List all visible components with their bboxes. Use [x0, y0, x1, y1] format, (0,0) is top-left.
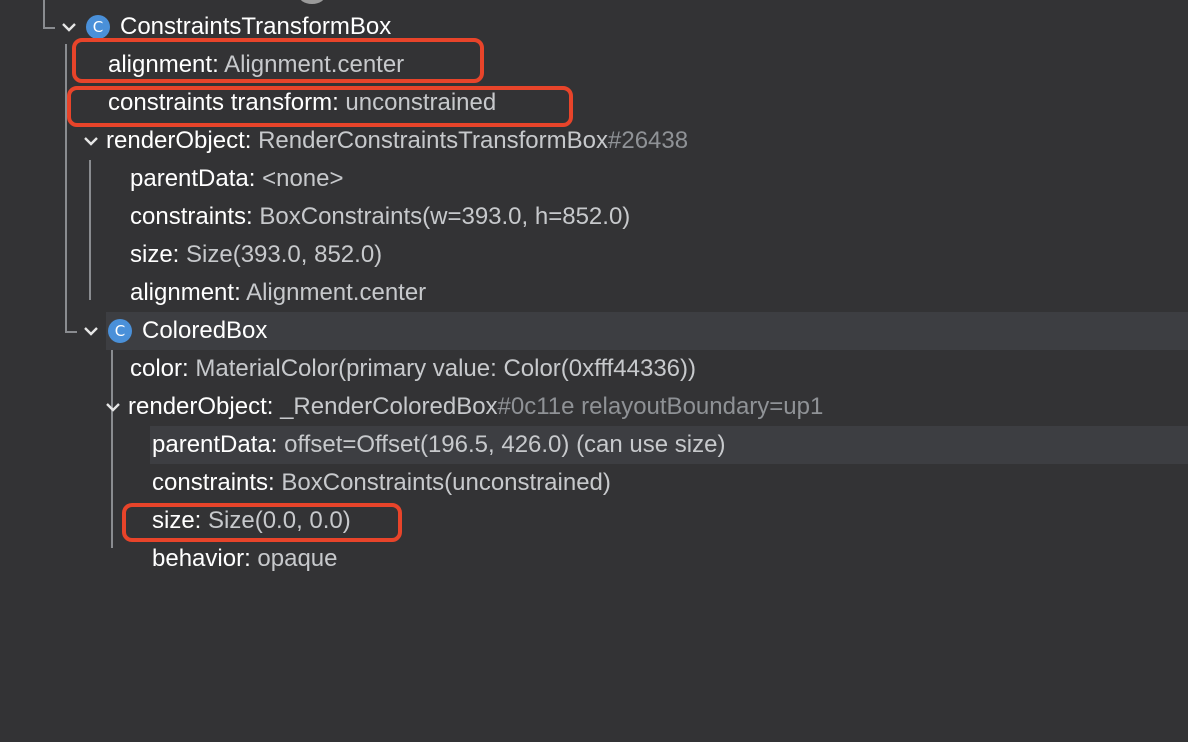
property-key: renderObject:: [106, 127, 252, 154]
chevron-down-icon[interactable]: [60, 8, 78, 46]
tree-row-constraints[interactable]: constraints: BoxConstraints(w=393.0, h=8…: [0, 198, 1188, 236]
property-key: constraints:: [130, 203, 253, 230]
property-key: parentData:: [130, 165, 256, 192]
property-value: Alignment.center: [246, 279, 427, 306]
class-c-badge-icon: C: [108, 319, 132, 343]
property-key: color:: [130, 355, 189, 382]
tree-row-constraints[interactable]: constraints: BoxConstraints(unconstraine…: [0, 464, 1188, 502]
property-key: renderObject:: [128, 393, 274, 420]
tree-row-parent-data[interactable]: parentData: <none>: [0, 160, 1188, 198]
property-key: alignment:: [108, 51, 219, 78]
property-key: constraints transform:: [108, 89, 339, 116]
property-key: size:: [130, 241, 180, 268]
chevron-down-icon[interactable]: [82, 312, 100, 350]
property-value: RenderConstraintsTransformBox: [258, 127, 608, 154]
tree-row-alignment[interactable]: alignment: Alignment.center: [0, 46, 1188, 84]
property-key: alignment:: [130, 279, 241, 306]
property-value: _RenderColoredBox: [280, 393, 498, 420]
property-value: Size(0.0, 0.0): [208, 507, 351, 534]
property-key: behavior:: [152, 545, 251, 572]
property-key: constraints:: [152, 469, 275, 496]
property-value: offset=Offset(196.5, 426.0) (can use siz…: [284, 431, 726, 458]
node-name: ColoredBox: [142, 317, 268, 344]
object-id: #26438: [608, 127, 689, 154]
object-id: #0c11e relayoutBoundary=up1: [497, 393, 824, 420]
property-value: <none>: [262, 165, 344, 192]
property-value: MaterialColor(primary value: Color(0xfff…: [195, 355, 696, 382]
property-value: BoxConstraints(unconstrained): [281, 469, 611, 496]
tree-row-constraints-transform[interactable]: constraints transform: unconstrained: [0, 84, 1188, 122]
tree-row-render-object[interactable]: renderObject: _RenderColoredBox#0c11e re…: [0, 388, 1188, 426]
tree-row-behavior[interactable]: behavior: opaque: [0, 540, 1188, 578]
tree-row-constraints-transform-box[interactable]: C ConstraintsTransformBox: [0, 8, 1188, 46]
property-key: size:: [152, 507, 202, 534]
property-value: Alignment.center: [224, 51, 405, 78]
node-name: ConstraintsTransformBox: [120, 13, 392, 40]
tree-row-parent-data[interactable]: parentData: offset=Offset(196.5, 426.0) …: [0, 426, 1188, 464]
tree-row-colored-box[interactable]: C ColoredBox: [0, 312, 1188, 350]
scroll-indicator-icon: [298, 0, 326, 4]
row-highlight: [106, 312, 1188, 350]
property-value: unconstrained: [345, 89, 497, 116]
chevron-down-icon[interactable]: [104, 388, 122, 426]
property-key: parentData:: [152, 431, 278, 458]
property-value: Size(393.0, 852.0): [186, 241, 383, 268]
tree-row-alignment[interactable]: alignment: Alignment.center: [0, 274, 1188, 312]
tree-row-color[interactable]: color: MaterialColor(primary value: Colo…: [0, 350, 1188, 388]
property-value: opaque: [257, 545, 338, 572]
tree-row-render-object[interactable]: renderObject: RenderConstraintsTransform…: [0, 122, 1188, 160]
tree-row-size[interactable]: size: Size(393.0, 852.0): [0, 236, 1188, 274]
widget-inspector-tree: C ConstraintsTransformBox alignment: Ali…: [0, 0, 1188, 742]
property-value: BoxConstraints(w=393.0, h=852.0): [259, 203, 631, 230]
class-c-badge-icon: C: [86, 15, 110, 39]
tree-row-size[interactable]: size: Size(0.0, 0.0): [0, 502, 1188, 540]
chevron-down-icon[interactable]: [82, 122, 100, 160]
